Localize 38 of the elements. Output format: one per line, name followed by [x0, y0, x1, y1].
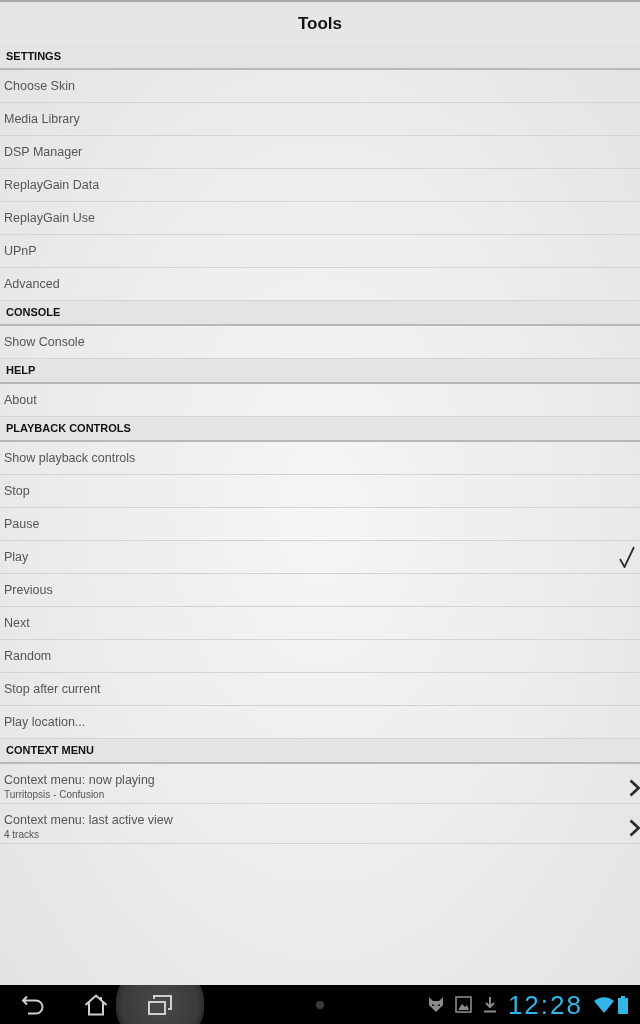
menu-item[interactable]: Next [0, 607, 640, 640]
home-icon [84, 993, 108, 1016]
menu-item[interactable]: Stop [0, 475, 640, 508]
menu-item[interactable]: Media Library [0, 103, 640, 136]
section-header: SETTINGS [0, 45, 640, 70]
menu-item[interactable]: Choose Skin [0, 70, 640, 103]
menu-item[interactable]: ReplayGain Use [0, 202, 640, 235]
clock-time: 12:28 [507, 991, 583, 1018]
chevron-right-icon [629, 819, 640, 837]
menu-item[interactable]: ReplayGain Data [0, 169, 640, 202]
back-arrow-icon [21, 994, 45, 1015]
battery-icon [618, 995, 628, 1014]
menu-item[interactable]: Context menu: now playing Turritopsis - Confusion [0, 764, 640, 804]
item-subtitle: 4 tracks [4, 828, 40, 842]
recent-apps-icon [148, 994, 172, 1015]
menu-item[interactable]: DSP Manager [0, 136, 640, 169]
checkmark-icon [619, 546, 635, 568]
item-subtitle: Turritopsis - Confusion [4, 788, 106, 802]
download-icon [482, 996, 497, 1013]
dot-icon [316, 1000, 324, 1009]
menu-item[interactable]: Previous [0, 574, 640, 607]
screen-title: Tools [297, 12, 343, 35]
image-icon [454, 996, 472, 1013]
menu-item[interactable]: Pause [0, 508, 640, 541]
wifi-signal-icon [594, 996, 614, 1013]
cat-head-icon [427, 996, 444, 1013]
section-header: PLAYBACK CONTROLS [0, 417, 640, 442]
menu-item[interactable]: Random [0, 640, 640, 673]
menu-item[interactable]: UPnP [0, 235, 640, 268]
section-header: CONSOLE [0, 301, 640, 326]
section-header: HELP [0, 359, 640, 384]
menu-item[interactable]: Play [0, 541, 640, 574]
menu-item[interactable]: Context menu: last active view 4 tracks [0, 804, 640, 844]
recent-apps-button[interactable] [116, 985, 204, 1024]
chevron-right-icon [629, 779, 640, 797]
menu-item[interactable]: Stop after current [0, 673, 640, 706]
section-header: CONTEXT MENU [0, 739, 640, 764]
menu-item[interactable]: Show playback controls [0, 442, 640, 475]
